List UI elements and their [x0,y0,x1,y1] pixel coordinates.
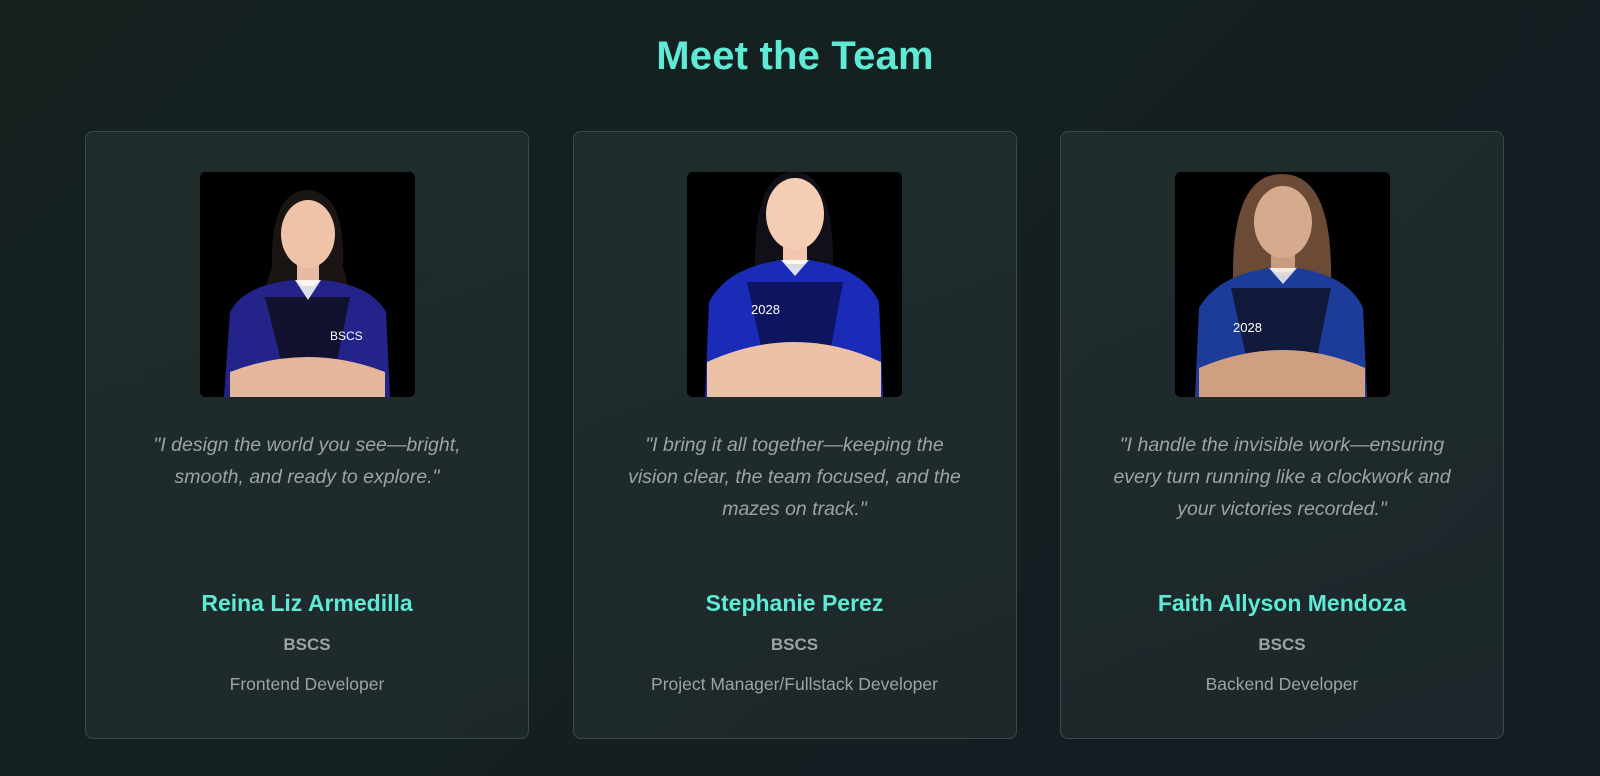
member-photo: 2028 [687,172,902,397]
page-title: Meet the Team [656,34,934,78]
member-name: Stephanie Perez [705,590,884,616]
svg-text:BSCS: BSCS [330,329,363,343]
member-name: Reina Liz Armedilla [201,590,413,616]
member-name: Faith Allyson Mendoza [1157,590,1407,616]
member-photo: 2028 [1174,172,1390,397]
team-card-stephanie: 2028 "I bring it all together—keeping th… [572,131,1017,739]
team-card-reina: BSCS "I design the world you see—bright,… [85,131,529,739]
member-quote: "I bring it all together—keeping the vis… [628,434,961,520]
portrait-illustration: 2028 [687,172,902,397]
member-role: Frontend Developer [229,674,385,694]
member-quote: "I design the world you see—bright, smoo… [153,434,461,488]
portrait-illustration: BSCS [199,172,415,397]
member-role: Backend Developer [1205,674,1359,694]
team-card-faith: 2028 "I handle the invisible work—ensuri… [1060,131,1504,739]
member-role: Project Manager/Fullstack Developer [651,674,938,694]
member-program: BSCS [283,635,331,654]
member-program: BSCS [770,635,819,654]
team-cards: BSCS "I design the world you see—bright,… [85,131,1504,739]
member-photo: BSCS [199,172,415,397]
svg-text:2028: 2028 [751,302,780,317]
svg-text:2028: 2028 [1233,320,1262,335]
member-program: BSCS [1258,635,1306,654]
portrait-illustration: 2028 [1174,172,1390,397]
member-quote: "I handle the invisible work—ensuring ev… [1113,434,1451,520]
